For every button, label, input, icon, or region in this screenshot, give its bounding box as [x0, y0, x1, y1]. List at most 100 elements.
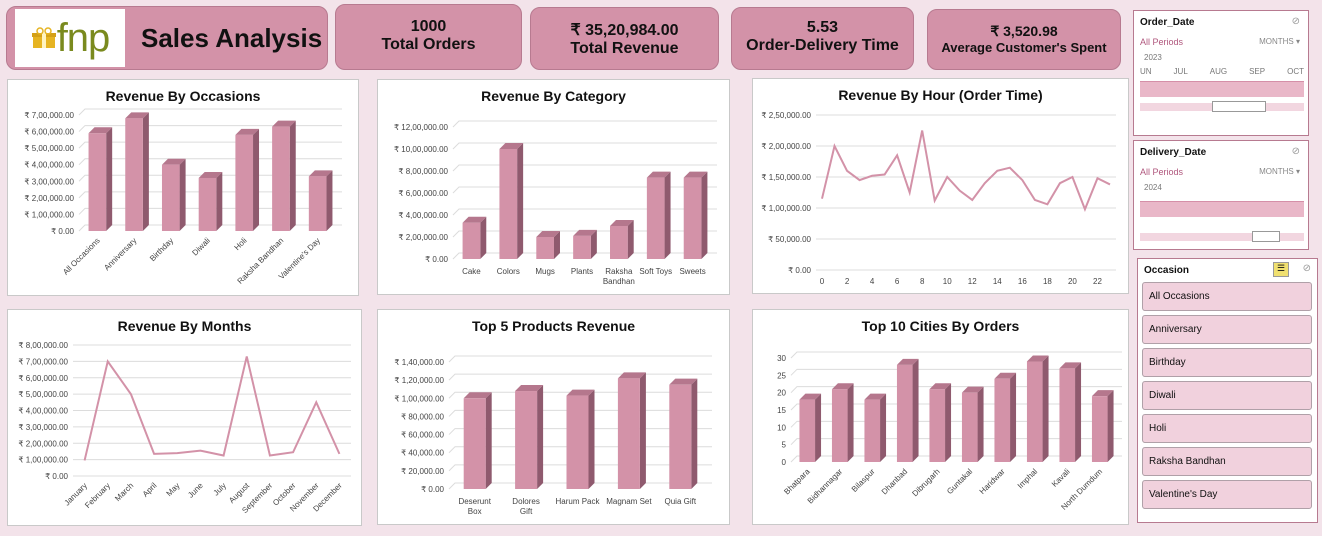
bar-front	[961, 392, 978, 462]
x-tick-label: 4	[870, 277, 875, 286]
bar-side	[912, 358, 919, 462]
bar-front	[308, 176, 327, 231]
bar-side	[289, 120, 296, 231]
bar	[308, 170, 333, 231]
bar	[515, 385, 544, 489]
bar-side	[664, 171, 671, 259]
bar	[831, 383, 854, 462]
slicer-item-diwali[interactable]: Diwali	[1142, 381, 1312, 410]
x-tick-label: Haridwar	[978, 467, 1007, 496]
gridline	[78, 108, 342, 116]
bar	[272, 120, 296, 231]
bar-front	[929, 389, 946, 462]
x-tick-label: Holi	[233, 236, 249, 252]
slicer-item-birthday[interactable]: Birthday	[1142, 348, 1312, 377]
month-label: OCT	[1287, 67, 1304, 76]
bar	[646, 171, 671, 259]
kpi-order-delivery-time: 5.53 Order-Delivery Time	[731, 7, 914, 70]
bar	[125, 112, 149, 231]
x-tick-label: 6	[895, 277, 900, 286]
chart-revenue-by-category: Revenue By Category ₹ 0.00 ₹ 2,00,000.00 ₹…	[377, 79, 730, 295]
clear-filter-icon[interactable]: ⊘	[1292, 146, 1300, 157]
slicer-title: Order_Date	[1140, 17, 1195, 28]
y-tick-label: ₹ 0.00	[51, 227, 74, 236]
order-date-timeline-slicer[interactable]: Order_Date ⊘ All Periods MONTHS ▾ 2023 U…	[1133, 10, 1309, 136]
y-tick-label: ₹ 6,00,000.00	[398, 189, 448, 198]
time-level-dropdown[interactable]: MONTHS ▾	[1259, 167, 1300, 176]
scrollbar-thumb[interactable]	[1252, 231, 1280, 242]
scrollbar-thumb[interactable]	[1212, 101, 1266, 112]
kpi-average-customer-spent: ₹ 3,520.98 Average Customer's Spent	[927, 9, 1121, 70]
y-tick-label: ₹ 60,000.00	[401, 431, 444, 440]
timeline-scrollbar[interactable]	[1140, 231, 1304, 242]
bar-side	[1075, 362, 1082, 462]
timeline-scrollbar[interactable]	[1140, 101, 1304, 112]
bar-side	[847, 383, 854, 462]
y-tick-label: 30	[777, 354, 786, 363]
y-tick-label: ₹ 4,00,000.00	[18, 407, 68, 416]
clear-filter-icon[interactable]: ⊘	[1292, 16, 1300, 27]
gridline	[78, 141, 342, 149]
bar	[1026, 355, 1049, 462]
bar	[462, 216, 487, 259]
y-tick-label: ₹ 1,00,000.00	[18, 456, 68, 465]
bar-front	[1026, 361, 1043, 462]
x-tick-label: 10	[943, 277, 952, 286]
gridline	[452, 120, 717, 128]
y-tick-label: ₹ 10,00,000.00	[394, 145, 449, 154]
x-tick-label: Quia Gift	[665, 497, 697, 506]
delivery-date-timeline-slicer[interactable]: Delivery_Date ⊘ All Periods MONTHS ▾ 202…	[1133, 140, 1309, 250]
bar-front	[235, 134, 254, 231]
x-tick-label: June	[186, 481, 205, 500]
series-line	[821, 130, 1111, 212]
y-tick-label: ₹ 50,000.00	[768, 235, 811, 244]
y-tick-label: ₹ 0.00	[425, 255, 448, 264]
y-tick-label: ₹ 80,000.00	[401, 412, 444, 421]
x-tick-label: Raksha	[605, 267, 633, 276]
timeline-selection-bar[interactable]	[1140, 81, 1304, 97]
timeline-selection-bar[interactable]	[1140, 201, 1304, 217]
time-level-dropdown[interactable]: MONTHS ▾	[1259, 37, 1300, 46]
bar-side	[701, 171, 708, 259]
y-tick-label: ₹ 2,00,000.00	[24, 194, 74, 203]
occasion-slicer[interactable]: Occasion ☰ ⊘ All Occasions Anniversary B…	[1137, 258, 1318, 523]
slicer-item-valentines-day[interactable]: Valentine's Day	[1142, 480, 1312, 509]
slicer-item-holi[interactable]: Holi	[1142, 414, 1312, 443]
bar-front	[198, 177, 217, 231]
gridline	[448, 373, 712, 381]
y-tick-label: ₹ 6,00,000.00	[18, 374, 68, 383]
bar-side	[1010, 372, 1017, 462]
bar	[961, 386, 984, 462]
gridline	[78, 158, 342, 166]
y-tick-label: ₹ 5,00,000.00	[24, 144, 74, 153]
slicer-item-raksha-bandhan[interactable]: Raksha Bandhan	[1142, 447, 1312, 476]
x-tick-label: Bidhannagar	[806, 467, 845, 506]
y-tick-label: ₹ 1,40,000.00	[394, 358, 444, 367]
y-tick-label: ₹ 7,00,000.00	[18, 357, 68, 366]
gridline	[452, 208, 717, 216]
y-tick-label: 0	[782, 458, 787, 467]
y-tick-label: ₹ 3,00,000.00	[24, 177, 74, 186]
x-tick-label: Sweets	[679, 267, 705, 276]
x-tick-label: Gift	[520, 507, 533, 516]
gridline	[78, 125, 342, 132]
y-tick-label: ₹ 1,50,000.00	[761, 173, 811, 182]
clear-filter-icon[interactable]: ⊘	[1303, 263, 1311, 274]
bar-front	[272, 126, 290, 231]
kpi-label: Order-Delivery Time	[746, 37, 899, 54]
gridline	[452, 164, 717, 172]
kpi-value: 1000	[410, 18, 447, 35]
bar-front	[831, 389, 848, 462]
y-tick-label: ₹ 0.00	[421, 485, 444, 494]
time-level-label: MONTHS	[1259, 37, 1294, 46]
slicer-title: Delivery_Date	[1140, 147, 1207, 158]
slicer-item-anniversary[interactable]: Anniversary	[1142, 315, 1312, 344]
month-label: SEP	[1249, 67, 1266, 76]
bar-front	[88, 133, 107, 231]
multi-select-icon[interactable]: ☰	[1273, 262, 1289, 277]
x-tick-label: May	[165, 481, 182, 498]
y-tick-label: ₹ 4,00,000.00	[398, 211, 448, 220]
slicer-item-all-occasions[interactable]: All Occasions	[1142, 282, 1312, 311]
kpi-total-revenue: ₹ 35,20,984.00 Total Revenue	[530, 7, 719, 70]
bar-front	[1091, 396, 1108, 462]
